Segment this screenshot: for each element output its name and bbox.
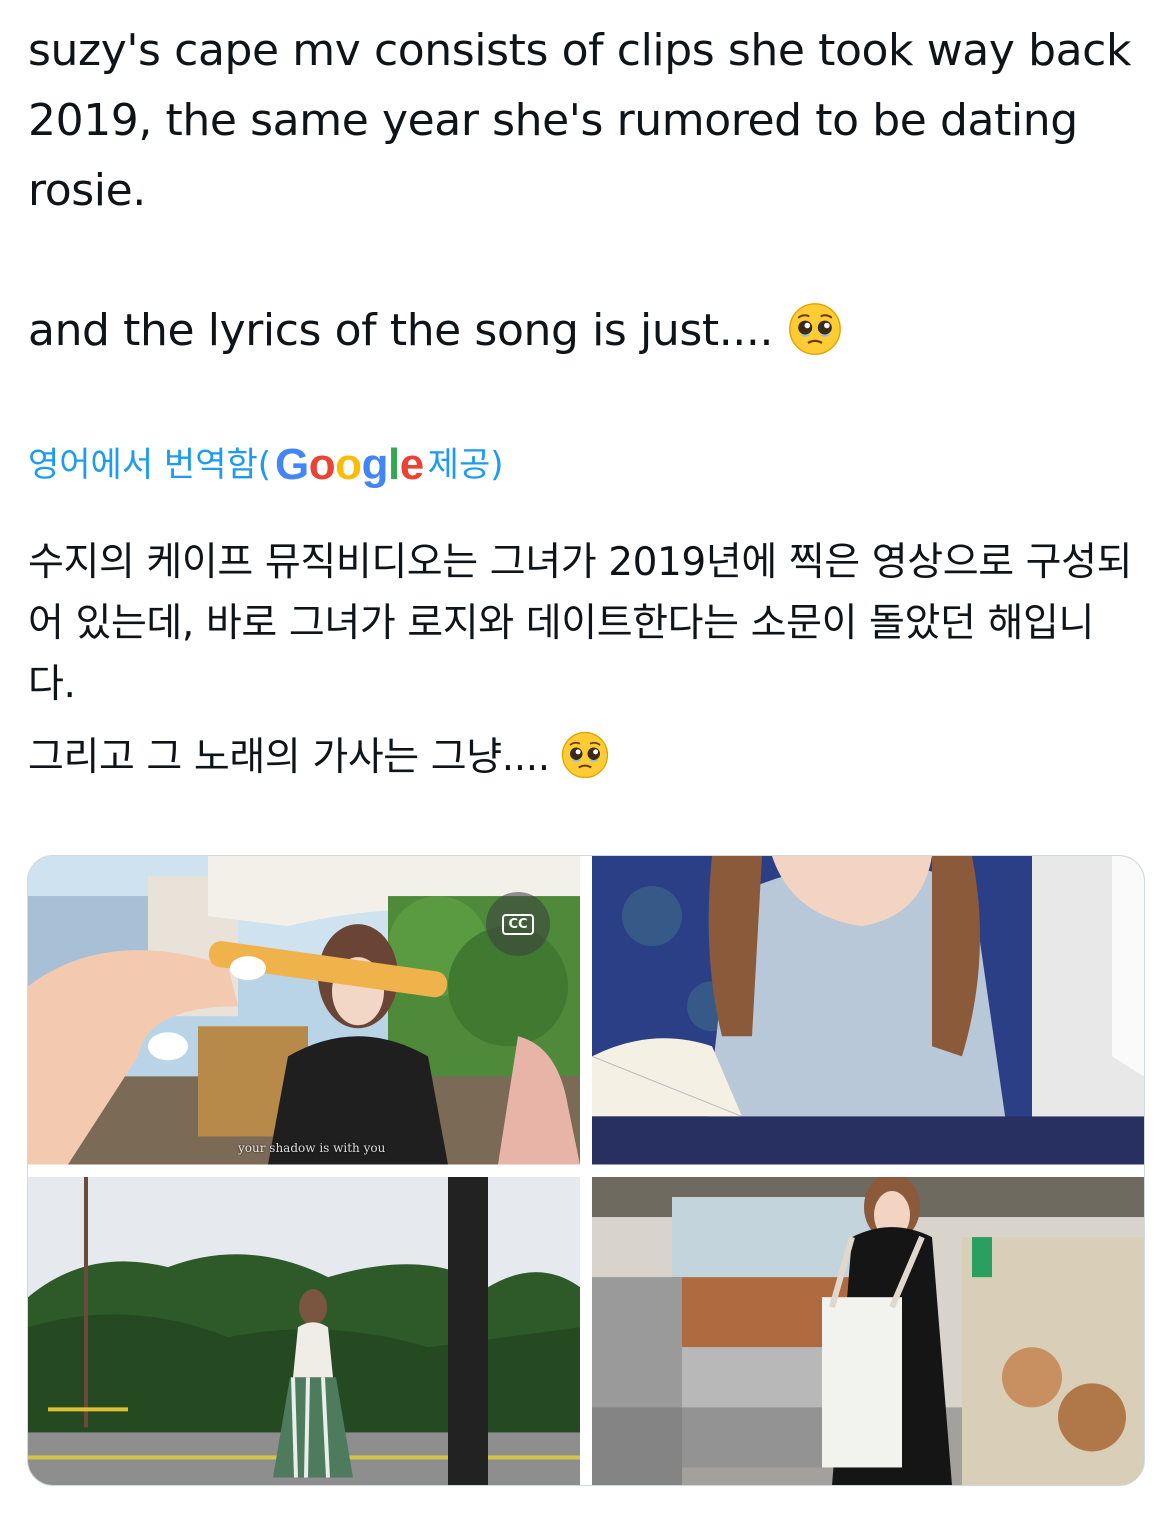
tweet-paragraph-2: and the lyrics of the song is just.... <box>28 296 1138 366</box>
video-subtitle: your shadow is with you <box>238 1140 386 1155</box>
train-seat-image <box>592 856 1144 1165</box>
riverside-image <box>28 1176 580 1485</box>
pleading-face-icon <box>561 731 608 779</box>
photo-riverside[interactable] <box>28 1176 580 1485</box>
tweet-paragraph-2-text: and the lyrics of the song is just.... <box>28 305 774 356</box>
photo-market[interactable] <box>592 1176 1144 1485</box>
translated-text: 수지의 케이프 뮤직비디오는 그녀가 2019년에 찍은 영상으로 구성되어 있… <box>28 532 1138 788</box>
google-logo: Google <box>275 440 424 489</box>
photo-train-seat[interactable] <box>592 856 1144 1165</box>
translated-paragraph-2-text: 그리고 그 노래의 가사는 그냥.... <box>28 735 550 780</box>
translation-suffix: 제공) <box>427 445 504 485</box>
video-clip-cafe[interactable]: CC your shadow is with you <box>28 856 580 1165</box>
tweet-text: suzy's cape mv consists of clips she too… <box>28 16 1138 366</box>
translated-paragraph-1: 수지의 케이프 뮤직비디오는 그녀가 2019년에 찍은 영상으로 구성되어 있… <box>28 540 1133 707</box>
media-grid: CC your shadow is with you <box>27 855 1145 1486</box>
translation-attribution-link[interactable]: 영어에서 번역함( Google 제공) <box>28 440 504 490</box>
market-image <box>592 1176 1144 1485</box>
cc-label: CC <box>502 913 534 935</box>
translated-paragraph-2: 그리고 그 노래의 가사는 그냥.... <box>28 727 1138 788</box>
translation-prefix: 영어에서 번역함( <box>28 445 272 485</box>
pleading-face-icon <box>789 303 841 355</box>
tweet-paragraph-1: suzy's cape mv consists of clips she too… <box>28 25 1132 216</box>
closed-captions-button[interactable]: CC <box>486 892 550 956</box>
